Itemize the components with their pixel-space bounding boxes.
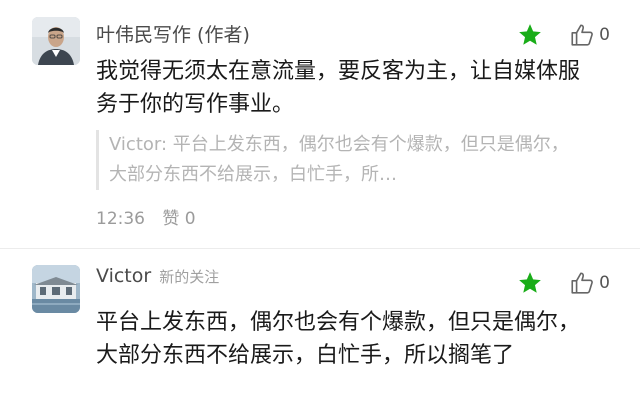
comment-2: Victor 新的关注 0 平台上发东西，偶尔也会有个爆款，但只是偶尔，大部分东西… (0, 250, 640, 406)
comment-text: 平台上发东西，偶尔也会有个爆款，但只是偶尔，大部分东西不给展示，白忙手，所以搁笔… (96, 310, 581, 368)
like-count: 0 (599, 25, 610, 45)
comment-1: 叶伟民写作 (作者) 0 我觉得无须太在意流量，要反客为主，让自媒体服务于你的写… (0, 0, 640, 250)
author-name: Victor 新的关注 (96, 265, 219, 287)
thumb-up-icon (571, 272, 594, 294)
comment-text: 我觉得无须太在意流量，要反客为主，让自媒体服务于你的写作事业。 (96, 59, 581, 117)
star-icon[interactable] (517, 22, 543, 48)
quoted-reply[interactable]: Victor: 平台上发东西，偶尔也会有个爆款，但只是偶尔，大部分东西不给展示，… (96, 130, 579, 190)
star-icon[interactable] (517, 270, 543, 296)
like-button[interactable]: 0 (569, 270, 610, 296)
timestamp: 12:36 (96, 209, 145, 229)
likes-label[interactable]: 赞 0 (162, 209, 195, 229)
like-button[interactable]: 0 (569, 22, 610, 48)
author-name-text[interactable]: Victor (96, 265, 151, 287)
follow-tag: 新的关注 (159, 268, 220, 286)
comment-actions: 0 (517, 22, 610, 48)
comment-actions: 0 (517, 270, 610, 296)
divider (0, 248, 640, 249)
thumb-up-icon (571, 24, 594, 46)
author-name[interactable]: 叶伟民写作 (作者) (96, 20, 250, 47)
like-count: 0 (599, 273, 610, 293)
avatar[interactable] (32, 17, 80, 65)
comment-meta: 12:36 赞 0 (96, 204, 208, 229)
avatar[interactable] (32, 265, 80, 313)
